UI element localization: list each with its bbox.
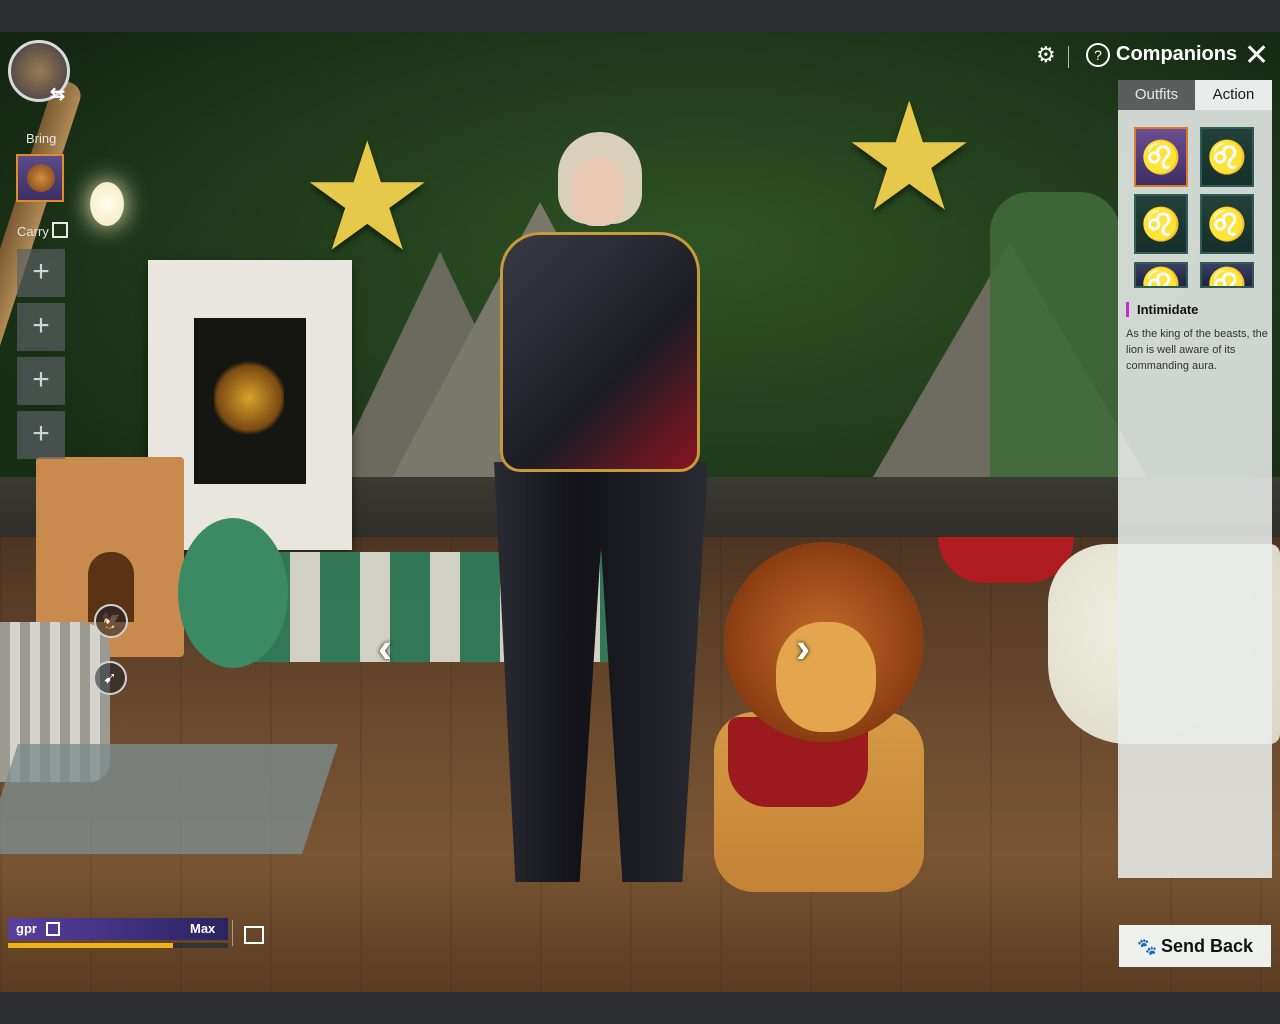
xp-bar-fill — [8, 943, 173, 948]
page-title: Companions — [1116, 43, 1238, 65]
edit-name-icon[interactable] — [46, 922, 60, 936]
divider — [232, 920, 233, 946]
action-thumb-lion[interactable]: ♌ — [1200, 194, 1254, 254]
bottom-letterbox — [0, 992, 1280, 1024]
edit-icon[interactable] — [52, 222, 68, 238]
light-bulb — [90, 182, 124, 226]
character-armor — [500, 232, 700, 472]
xp-bar — [8, 943, 228, 948]
action-thumb-lion[interactable]: ♌ — [1134, 127, 1188, 187]
character-legs — [494, 462, 708, 882]
hanging-lamp — [80, 162, 134, 252]
player-character — [476, 132, 726, 912]
action-thumb-lion[interactable]: ♌ — [1134, 262, 1188, 288]
carry-slot[interactable]: + — [17, 249, 65, 297]
tab-outfits[interactable]: Outfits — [1118, 80, 1195, 110]
gear-icon[interactable]: ⚙ — [1036, 42, 1056, 68]
action-name: Intimidate — [1126, 302, 1198, 317]
action-thumb-lion[interactable]: ♌ — [1200, 127, 1254, 187]
picture-art — [194, 318, 306, 484]
bring-slot[interactable] — [16, 154, 64, 202]
art-splash — [214, 358, 284, 438]
rotate-left-arrow[interactable]: ‹ — [378, 624, 392, 672]
plush-toy-head — [178, 518, 288, 668]
carry-slot[interactable]: + — [17, 303, 65, 351]
rotate-right-arrow[interactable]: › — [796, 624, 810, 672]
send-back-button[interactable]: 🐾 Send Back — [1119, 925, 1271, 967]
character-face — [572, 158, 624, 226]
actions-panel: Outfits Action ♌ ♌ ♌ ♌ ♌ ♌ Intimidate As… — [1118, 80, 1272, 878]
lion-companion[interactable] — [694, 542, 940, 902]
companion-name: gpr — [16, 921, 37, 936]
eagle-icon[interactable]: 🦅 — [94, 604, 128, 638]
companion-name-bar: gpr Max — [8, 918, 228, 948]
help-icon[interactable]: ? — [1086, 43, 1110, 67]
game-scene: ★ ★ — [0, 32, 1280, 992]
top-letterbox — [0, 0, 1280, 32]
rug — [0, 744, 338, 854]
carry-slot[interactable]: + — [17, 411, 65, 459]
action-description: As the king of the beasts, the lion is w… — [1126, 328, 1268, 372]
bring-label: Bring — [26, 131, 57, 146]
level-label: Max — [190, 921, 216, 936]
carry-label: Carry — [17, 224, 49, 239]
tab-action[interactable]: Action — [1195, 80, 1272, 110]
share-icon[interactable] — [244, 926, 264, 944]
star-decoration: ★ — [842, 73, 977, 241]
top-bar: ⚙ ? Companions ✕ — [1030, 38, 1280, 74]
action-thumb-lion[interactable]: ♌ — [1134, 194, 1188, 254]
close-icon[interactable]: ✕ — [1244, 38, 1269, 73]
send-back-label: Send Back — [1160, 936, 1253, 956]
lion-icon — [27, 164, 55, 192]
star-decoration: ★ — [300, 113, 435, 281]
action-thumb-lion[interactable]: ♌ — [1200, 262, 1254, 288]
paw-icon: 🐾 — [1137, 939, 1157, 956]
divider — [1068, 46, 1069, 68]
pose-icon[interactable]: ➹ — [93, 661, 127, 695]
lion-face — [776, 622, 876, 732]
swap-icon[interactable]: ⇆ — [50, 84, 65, 105]
carry-slot[interactable]: + — [17, 357, 65, 405]
